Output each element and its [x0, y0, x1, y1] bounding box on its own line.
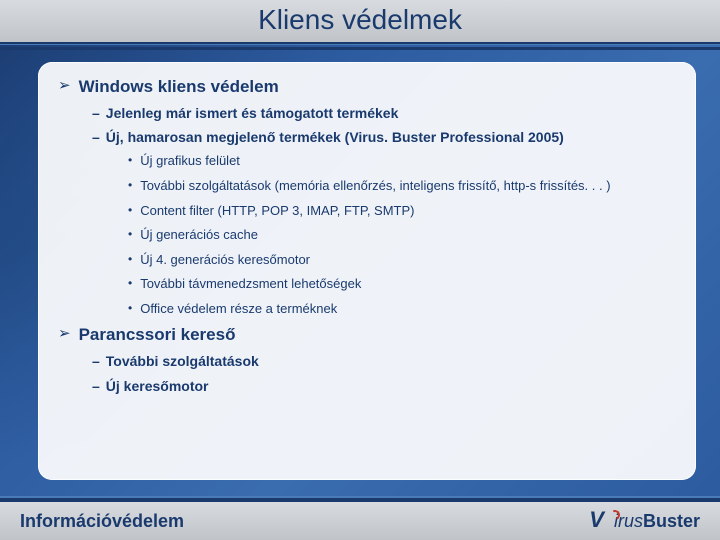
content-panel: ➢ Windows kliens védelem – Jelenleg már … — [38, 62, 696, 480]
sub-list-item: • További szolgáltatások (memória ellenő… — [128, 177, 676, 195]
dot-bullet-icon: • — [128, 300, 132, 317]
sub-list-item-text: Content filter (HTTP, POP 3, IMAP, FTP, … — [140, 202, 414, 220]
sub-list-item-text: További távmenedzsment lehetőségek — [140, 275, 361, 293]
slide-title: Kliens védelmek — [0, 4, 720, 36]
list-item-text: Új keresőmotor — [106, 377, 209, 395]
header-rule-thin — [0, 44, 720, 45]
dot-bullet-icon: • — [128, 251, 132, 268]
sub-list-item: • További távmenedzsment lehetőségek — [128, 275, 676, 293]
dash-bullet-icon: – — [92, 352, 100, 370]
section-heading: ➢ Parancssori kereső — [58, 324, 676, 346]
section-heading-text: Windows kliens védelem — [79, 76, 279, 98]
slide-footer: Információvédelem VirusBuster — [0, 498, 720, 540]
list-item: – Jelenleg már ismert és támogatott term… — [92, 104, 676, 122]
arrow-bullet-icon: ➢ — [58, 76, 71, 96]
list-item: – További szolgáltatások — [92, 352, 676, 370]
dash-bullet-icon: – — [92, 377, 100, 395]
dash-bullet-icon: – — [92, 104, 100, 122]
sub-list-item: • Új grafikus felület — [128, 152, 676, 170]
sub-list-item-text: Új grafikus felület — [140, 152, 240, 170]
dot-bullet-icon: • — [128, 177, 132, 194]
sub-list-item: • Új generációs cache — [128, 226, 676, 244]
dot-bullet-icon: • — [128, 275, 132, 292]
sub-list-item-text: Office védelem része a terméknek — [140, 300, 337, 318]
header-rule-thick — [0, 47, 720, 50]
list-item: – Új, hamarosan megjelenő termékek (Viru… — [92, 128, 676, 146]
sub-list-item: • Új 4. generációs keresőmotor — [128, 251, 676, 269]
sub-list-item: • Office védelem része a terméknek — [128, 300, 676, 318]
virusbuster-logo: VirusBuster — [589, 508, 700, 534]
sub-list-item-text: Új 4. generációs keresőmotor — [140, 251, 310, 269]
sub-list-item-text: Új generációs cache — [140, 226, 258, 244]
section-heading-text: Parancssori kereső — [79, 324, 236, 346]
dot-bullet-icon: • — [128, 152, 132, 169]
sub-list-item-text: További szolgáltatások (memória ellenőrz… — [140, 177, 610, 195]
arrow-bullet-icon: ➢ — [58, 324, 71, 344]
dot-bullet-icon: • — [128, 202, 132, 219]
list-item: – Új keresőmotor — [92, 377, 676, 395]
sub-list-item: • Content filter (HTTP, POP 3, IMAP, FTP… — [128, 202, 676, 220]
section-heading: ➢ Windows kliens védelem — [58, 76, 676, 98]
list-item-text: Jelenleg már ismert és támogatott termék… — [106, 104, 399, 122]
list-item-text: További szolgáltatások — [106, 352, 259, 370]
logo-v: V — [589, 507, 604, 533]
footer-title: Információvédelem — [20, 511, 184, 532]
list-item-text: Új, hamarosan megjelenő termékek (Virus.… — [106, 128, 564, 146]
dot-bullet-icon: • — [128, 226, 132, 243]
logo-buster: Buster — [643, 511, 700, 532]
dash-bullet-icon: – — [92, 128, 100, 146]
slide-header: Kliens védelmek — [0, 0, 720, 44]
